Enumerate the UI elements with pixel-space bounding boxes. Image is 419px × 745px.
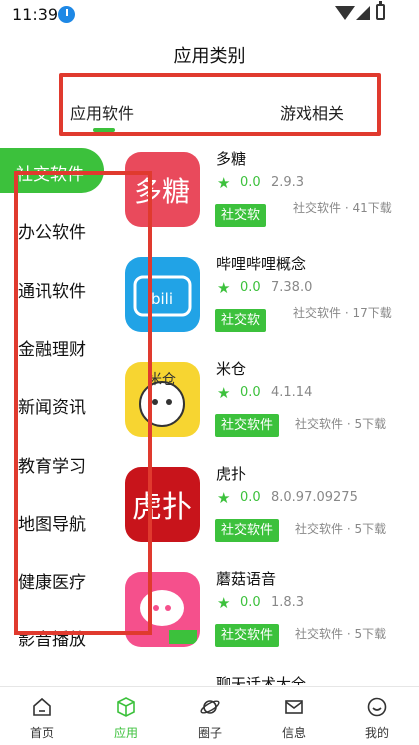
- app-meta: 社交软件 · 41下载: [293, 201, 392, 215]
- planet-icon: [200, 700, 220, 714]
- nav-label: 应用: [113, 726, 138, 740]
- app-rating: 0.0: [240, 175, 261, 190]
- category-item[interactable]: 通讯软件: [18, 277, 86, 302]
- app-name: 蘑菇语音: [216, 570, 277, 588]
- star-icon: ★: [217, 384, 231, 402]
- home-icon: [33, 697, 51, 716]
- app-version: 1.8.3: [271, 595, 305, 610]
- category-item[interactable]: 健康医疗: [18, 568, 86, 593]
- svg-text:虎扑: 虎扑: [132, 490, 192, 525]
- category-item[interactable]: 金融理财: [18, 335, 86, 360]
- cube-icon: [117, 697, 135, 717]
- signal-icon: [356, 6, 370, 20]
- page-title: 应用类别: [173, 46, 246, 67]
- app-name: 哔哩哔哩概念: [216, 255, 307, 273]
- nav-label: 圈子: [197, 726, 222, 740]
- list-item[interactable]: 虎扑 虎扑 ★ 0.0 8.0.97.09275 社交软件 社交软件 · 5下载: [120, 455, 419, 560]
- category-item[interactable]: 影音播放: [18, 625, 86, 650]
- list-item[interactable]: 米仓 米仓 ★ 0.0 4.1.14 社交软件 社交软件 · 5下载: [120, 350, 419, 455]
- app-name: 聊天话术大全: [216, 675, 307, 685]
- app-version: 8.0.97.09275: [271, 490, 358, 505]
- smile-icon: [367, 697, 387, 717]
- app-rating: 0.0: [240, 490, 261, 505]
- nav-profile[interactable]: 我的: [335, 687, 419, 745]
- nav-label: 首页: [29, 726, 54, 740]
- app-name: 虎扑: [216, 465, 247, 483]
- app-version: 4.1.14: [271, 385, 313, 400]
- list-item[interactable]: 蘑菇语音 ★ 0.0 1.8.3 社交软件 社交软件 · 5下载: [120, 560, 419, 665]
- app-version: 7.38.0: [271, 280, 313, 295]
- star-icon: ★: [217, 279, 231, 297]
- chat-icon: [125, 677, 200, 685]
- nav-label: 信息: [281, 726, 306, 740]
- tab-active-indicator: [93, 128, 115, 132]
- app-tag: 社交软件: [215, 624, 280, 647]
- star-icon: ★: [217, 489, 231, 507]
- app-list: 多糖 多糖 ★ 0.0 2.9.3 社交软 社交软件 · 41下载 bili 哔…: [120, 140, 419, 685]
- star-icon: ★: [217, 594, 231, 612]
- svg-text:米仓: 米仓: [148, 372, 176, 388]
- category-list: 社交软件 办公软件 通讯软件 金融理财 新闻资讯 教育学习 地图导航 健康医疗 …: [0, 148, 120, 688]
- app-meta: 社交软件 · 5下载: [295, 522, 387, 536]
- app-tag: 社交软: [215, 204, 267, 227]
- app-version: 2.9.3: [271, 175, 305, 190]
- download-icon: [58, 6, 75, 23]
- battery-icon: [376, 1, 385, 20]
- wifi-icon: [335, 6, 355, 20]
- app-rating: 0.0: [240, 280, 261, 295]
- app-meta: 社交软件 · 17下载: [293, 306, 392, 320]
- top-tabs: 应用软件 游戏相关: [0, 70, 419, 140]
- app-name: 米仓: [216, 360, 247, 378]
- category-item[interactable]: 地图导航: [18, 510, 86, 535]
- svg-text:多糖: 多糖: [134, 175, 190, 208]
- app-meta: 社交软件 · 5下载: [295, 417, 387, 431]
- hupu-icon: 虎扑: [125, 467, 200, 542]
- category-item-active[interactable]: 社交软件: [0, 148, 104, 193]
- tab-apps[interactable]: 应用软件: [70, 100, 134, 124]
- category-item[interactable]: 教育学习: [18, 452, 86, 477]
- status-time: 11:39: [12, 5, 59, 24]
- category-label: 社交软件: [16, 165, 84, 185]
- bottom-nav: 首页 应用 圈子 信息 我的: [0, 686, 419, 745]
- app-rating: 0.0: [240, 595, 261, 610]
- duotang-icon: 多糖: [125, 152, 200, 227]
- status-bar: 11:39: [0, 0, 419, 30]
- list-item[interactable]: bili 哔哩哔哩概念 ★ 0.0 7.38.0 社交软 社交软件 · 17下载: [120, 245, 419, 350]
- app-tag: 社交软: [215, 309, 267, 332]
- nav-label: 我的: [364, 726, 389, 740]
- mail-icon: [285, 700, 303, 714]
- list-item[interactable]: 聊天话术大全: [120, 665, 419, 685]
- nav-apps[interactable]: 应用: [84, 687, 168, 745]
- bilibili-icon: bili: [125, 257, 200, 332]
- star-icon: ★: [217, 174, 231, 192]
- nav-circle[interactable]: 圈子: [168, 687, 252, 745]
- app-tag: 社交软件: [215, 519, 280, 542]
- app-tag: 社交软件: [215, 414, 280, 437]
- category-item[interactable]: 办公软件: [18, 218, 86, 243]
- list-item[interactable]: 多糖 多糖 ★ 0.0 2.9.3 社交软 社交软件 · 41下载: [120, 140, 419, 245]
- tab-games[interactable]: 游戏相关: [280, 100, 344, 124]
- app-name: 多糖: [216, 150, 247, 168]
- app-rating: 0.0: [240, 385, 261, 400]
- nav-messages[interactable]: 信息: [252, 687, 336, 745]
- micang-icon: 米仓: [125, 362, 200, 437]
- category-item[interactable]: 新闻资讯: [18, 393, 86, 418]
- mogu-icon: [125, 572, 200, 647]
- nav-home[interactable]: 首页: [0, 687, 84, 745]
- app-meta: 社交软件 · 5下载: [295, 627, 387, 641]
- svg-text:bili: bili: [151, 290, 173, 308]
